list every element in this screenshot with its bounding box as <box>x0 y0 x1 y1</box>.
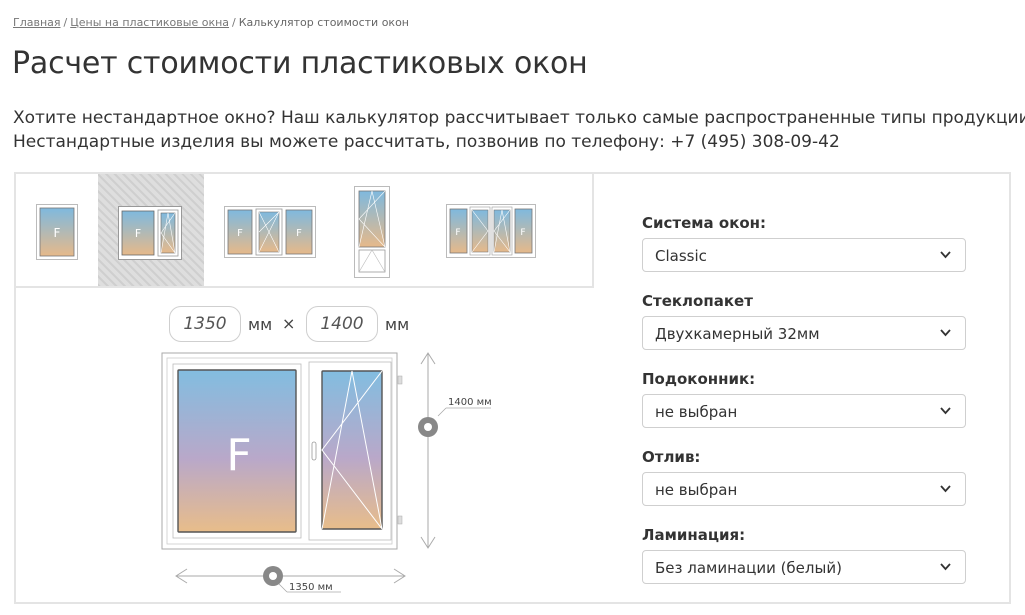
window-type-triple[interactable]: F F <box>204 174 322 286</box>
drain-value: не выбран <box>655 481 738 499</box>
chevron-down-icon <box>940 485 951 493</box>
glass-label: Стеклопакет <box>642 292 753 310</box>
window-handle <box>311 441 317 461</box>
four-pane-window-icon: F F <box>446 204 536 258</box>
fixed-pane-letter: F <box>226 430 251 481</box>
sill-value: не выбран <box>655 403 738 421</box>
option-lamination: Ламинация: Без ламинации (белый) <box>642 526 966 584</box>
breadcrumb-separator: / <box>63 16 68 29</box>
calculator-panel: F F F F F F 1350 мм × 1400 мм F 1400 мм … <box>14 172 1011 604</box>
window-type-selector: F F F F F F <box>16 174 594 288</box>
option-sill: Подоконник: не выбран <box>642 370 966 428</box>
two-pane-window-icon: F <box>118 206 182 260</box>
svg-text:F: F <box>237 228 243 239</box>
window-type-double[interactable]: F <box>98 174 204 286</box>
window-type-quad[interactable]: F F <box>442 174 592 286</box>
breadcrumb: Главная / Цены на пластиковые окна / Калькул… <box>13 16 409 29</box>
system-label: Система окон: <box>642 214 767 232</box>
sill-label: Подоконник: <box>642 370 756 388</box>
lamination-select[interactable]: Без ламинации (белый) <box>642 550 966 584</box>
chevron-down-icon <box>940 329 951 337</box>
width-unit: мм <box>248 315 273 334</box>
width-dimension-label: 1350 мм <box>289 582 333 593</box>
intro-line-2: Нестандартные изделия вы можете рассчита… <box>13 132 840 152</box>
drain-select[interactable]: не выбран <box>642 472 966 506</box>
glass-value: Двухкамерный 32мм <box>655 325 820 343</box>
svg-text:F: F <box>54 226 61 240</box>
glass-select[interactable]: Двухкамерный 32мм <box>642 316 966 350</box>
window-type-balcony-door[interactable] <box>322 174 442 286</box>
breadcrumb-separator: / <box>232 16 236 29</box>
breadcrumb-home-link[interactable]: Главная <box>13 16 61 29</box>
option-system: Система окон: Classic <box>642 214 966 272</box>
height-input[interactable] <box>306 306 378 342</box>
svg-text:F: F <box>455 228 460 238</box>
window-preview: F 1400 мм 1350 мм <box>161 352 491 593</box>
chevron-down-icon <box>940 407 951 415</box>
system-select[interactable]: Classic <box>642 238 966 272</box>
height-dimension-label: 1400 мм <box>448 397 491 408</box>
system-value: Classic <box>655 247 707 265</box>
height-unit: мм <box>385 315 410 334</box>
chevron-down-icon <box>940 251 951 259</box>
option-drain: Отлив: не выбран <box>642 448 966 506</box>
page-title: Расчет стоимости пластиковых окон <box>12 46 588 81</box>
chevron-down-icon <box>940 563 951 571</box>
balcony-door-icon <box>354 186 390 278</box>
multiply-sign: × <box>282 314 296 333</box>
breadcrumb-current: Калькулятор стоимости окон <box>238 16 409 29</box>
svg-text:F: F <box>520 228 525 238</box>
single-fixed-window-icon: F <box>36 204 78 260</box>
window-type-single[interactable]: F <box>16 174 98 286</box>
breadcrumb-prices-link[interactable]: Цены на пластиковые окна <box>70 16 229 29</box>
lamination-value: Без ламинации (белый) <box>655 559 842 577</box>
sill-select[interactable]: не выбран <box>642 394 966 428</box>
width-input[interactable] <box>169 306 241 342</box>
intro-line-1: Хотите нестандартное окно? Наш калькулят… <box>13 108 1025 128</box>
three-pane-window-icon: F F <box>224 206 316 258</box>
lamination-label: Ламинация: <box>642 526 746 544</box>
drain-label: Отлив: <box>642 448 701 466</box>
option-glass: Стеклопакет Двухкамерный 32мм <box>642 292 966 350</box>
intro-text: Хотите нестандартное окно? Наш калькулят… <box>13 106 1025 154</box>
svg-text:F: F <box>135 227 141 240</box>
svg-text:F: F <box>296 228 302 239</box>
